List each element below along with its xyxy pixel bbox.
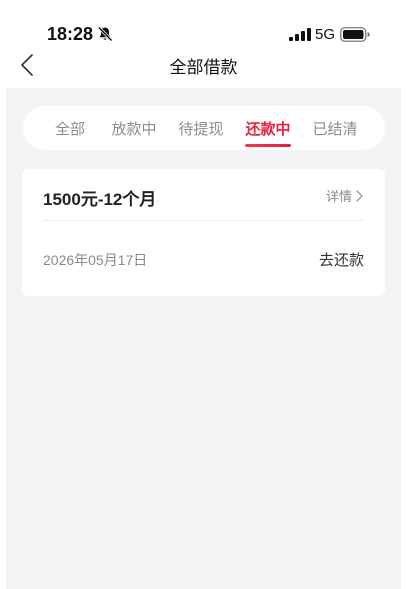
chevron-right-icon	[356, 189, 363, 202]
tab-repaying[interactable]: 还款中	[234, 106, 302, 150]
active-tab-indicator	[245, 144, 291, 147]
tab-label: 放款中	[111, 119, 157, 138]
repay-button[interactable]: 去还款	[319, 249, 364, 270]
tab-pending-withdrawal[interactable]: 待提现	[167, 106, 235, 150]
nav-bar: 全部借款	[0, 50, 407, 88]
status-bar: 18:28 5G	[0, 0, 407, 50]
battery-icon	[340, 27, 370, 42]
due-date: 2026年05月17日	[43, 252, 148, 268]
status-time: 18:28	[47, 24, 94, 44]
page-title: 全部借款	[169, 58, 238, 78]
tab-disbursing[interactable]: 放款中	[100, 106, 168, 150]
content-area: 全部 放款中 待提现 还款中 已结清 1500元-12个月 详情 2026年05…	[6, 88, 401, 589]
detail-label: 详情	[325, 190, 352, 205]
tab-all[interactable]: 全部	[39, 106, 101, 150]
loan-title: 1500元-12个月	[43, 190, 157, 209]
tab-label: 已结清	[312, 119, 358, 138]
tab-label: 全部	[54, 119, 85, 138]
bell-slash-icon	[97, 26, 113, 42]
network-label: 5G	[315, 26, 336, 43]
detail-link[interactable]: 详情	[326, 186, 363, 205]
divider	[43, 220, 364, 221]
tab-label: 待提现	[178, 119, 224, 138]
status-tabs: 全部 放款中 待提现 还款中 已结清	[23, 106, 385, 150]
tab-label: 还款中	[245, 119, 291, 138]
screen: 18:28 5G 全部借款 全部 放款中 待提现 还款中 已结清 1500元-1…	[0, 0, 407, 589]
tab-settled[interactable]: 已结清	[301, 106, 369, 150]
signal-icon	[289, 28, 311, 41]
loan-card[interactable]: 1500元-12个月 详情 2026年05月17日 去还款	[22, 169, 385, 296]
